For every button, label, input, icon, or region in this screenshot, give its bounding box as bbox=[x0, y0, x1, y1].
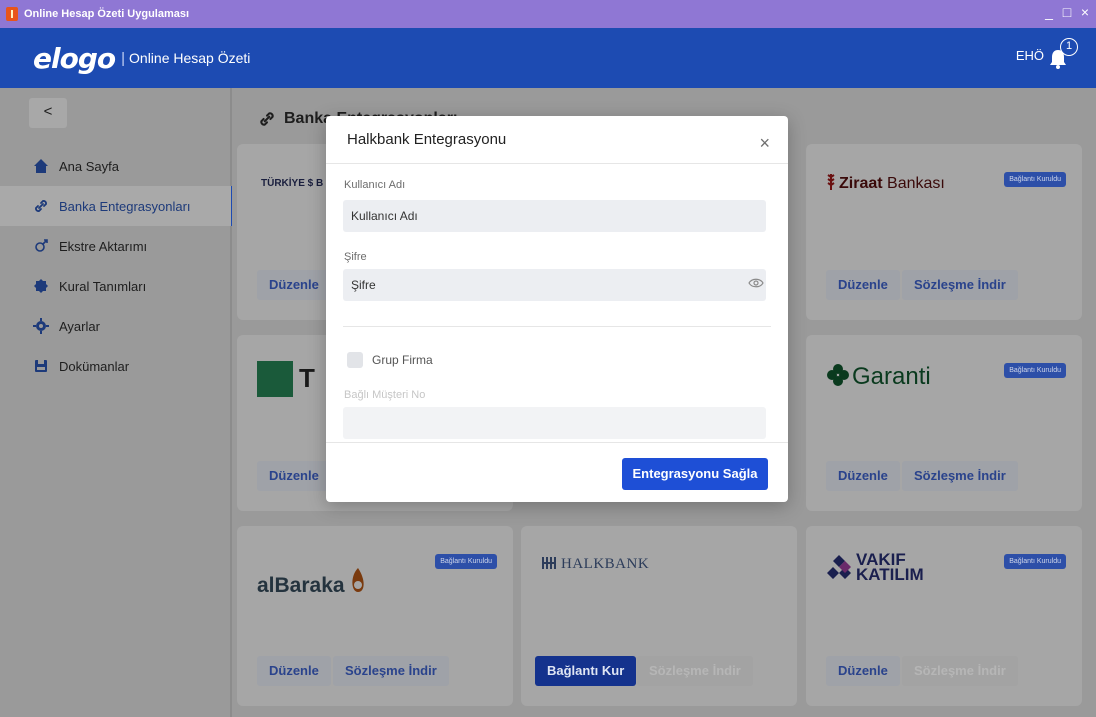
user-initials[interactable]: EHÖ bbox=[1016, 48, 1044, 63]
status-badge: Bağlantı Kuruldu bbox=[435, 554, 497, 569]
gear-icon bbox=[33, 318, 49, 334]
sidebar-item-home[interactable]: Ana Sayfa bbox=[0, 146, 232, 186]
app-header: elogo | Online Hesap Özeti EHÖ 1 bbox=[0, 28, 1096, 88]
logo-mark: elogo bbox=[33, 41, 116, 75]
edit-button[interactable]: Düzenle bbox=[257, 270, 331, 300]
sidebar-nav: Ana Sayfa Banka Entegrasyonları Ekstre A… bbox=[0, 146, 234, 386]
modal-title: Halkbank Entegrasyonu bbox=[347, 131, 507, 148]
vakif-logo: VAKIF KATILIM bbox=[826, 551, 924, 584]
wheat-icon bbox=[827, 174, 835, 190]
sidebar-item-documents[interactable]: Dokümanlar bbox=[0, 346, 232, 386]
vakif-diamond-icon bbox=[827, 555, 851, 579]
ziraat-logo: Ziraat Bankası bbox=[826, 174, 945, 193]
password-label: Şifre bbox=[344, 251, 367, 263]
sidebar-item-label: Ekstre Aktarımı bbox=[59, 238, 148, 254]
modal-divider bbox=[343, 326, 771, 327]
app-name: Online Hesap Özeti bbox=[129, 50, 251, 66]
download-contract-button[interactable]: Sözleşme İndir bbox=[902, 656, 1018, 686]
sidebar-item-statement-transfer[interactable]: Ekstre Aktarımı bbox=[0, 226, 232, 266]
albaraka-flame-icon bbox=[351, 568, 364, 592]
download-contract-button[interactable]: Sözleşme İndir bbox=[637, 656, 753, 686]
teb-logo-mark bbox=[257, 361, 293, 397]
sidebar-item-label: Ayarlar bbox=[59, 318, 100, 334]
modal-header: Halkbank Entegrasyonu bbox=[326, 116, 788, 164]
sidebar-item-label: Kural Tanımları bbox=[59, 278, 147, 294]
rules-icon bbox=[34, 279, 48, 293]
bank-card-halkbank: HALKBANK Bağlantı Kur Sözleşme İndir bbox=[521, 526, 797, 706]
home-icon bbox=[34, 159, 48, 173]
garanti-logo-text: Garanti bbox=[852, 363, 931, 390]
sidebar-item-settings[interactable]: Ayarlar bbox=[0, 306, 232, 346]
garanti-logo: Garanti bbox=[826, 363, 931, 391]
albaraka-logo-text: alBaraka bbox=[257, 574, 345, 597]
window-title: Online Hesap Özeti Uygulaması bbox=[24, 8, 190, 20]
sidebar-item-label: Ana Sayfa bbox=[59, 158, 119, 174]
status-badge: Bağlantı Kuruldu bbox=[1004, 554, 1066, 569]
sidebar-item-bank-integrations[interactable]: Banka Entegrasyonları bbox=[0, 186, 234, 226]
close-icon[interactable]: × bbox=[759, 134, 770, 152]
connect-button[interactable]: Bağlantı Kur bbox=[535, 656, 637, 686]
link-icon bbox=[260, 112, 274, 126]
sidebar-item-label: Dokümanlar bbox=[59, 358, 130, 374]
albaraka-logo: alBaraka bbox=[257, 566, 369, 598]
customer-no-input[interactable] bbox=[343, 407, 766, 439]
status-badge: Bağlantı Kuruldu bbox=[1004, 363, 1066, 378]
download-contract-button[interactable]: Sözleşme İndir bbox=[902, 461, 1018, 491]
logo-separator: | bbox=[121, 49, 126, 67]
window-title-bar: Online Hesap Özeti Uygulaması _ □ × bbox=[0, 0, 1096, 28]
ziraat-logo-rest: Bankası bbox=[882, 175, 945, 192]
edit-button[interactable]: Düzenle bbox=[826, 656, 900, 686]
download-contract-button[interactable]: Sözleşme İndir bbox=[902, 270, 1018, 300]
edit-button[interactable]: Düzenle bbox=[826, 270, 900, 300]
bank-card-albaraka: alBaraka Bağlantı Kuruldu Düzenle Sözleş… bbox=[237, 526, 513, 706]
collapse-sidebar-button[interactable]: < bbox=[29, 98, 67, 128]
group-company-label: Grup Firma bbox=[372, 353, 433, 367]
minimize-button[interactable]: _ bbox=[1042, 4, 1056, 20]
password-input[interactable] bbox=[343, 269, 766, 301]
document-icon bbox=[35, 360, 47, 372]
bank-card-garanti: Garanti Bağlantı Kuruldu Düzenle Sözleşm… bbox=[806, 335, 1082, 511]
window-controls: _ □ × bbox=[1042, 4, 1092, 20]
teb-logo-text: T bbox=[299, 363, 315, 393]
app-icon bbox=[6, 7, 18, 21]
customer-no-label: Bağlı Müşteri No bbox=[344, 389, 426, 401]
maximize-button[interactable]: □ bbox=[1060, 4, 1074, 20]
bank-card-vakif-katilim: VAKIF KATILIM Bağlantı Kuruldu Düzenle S… bbox=[806, 526, 1082, 706]
logo[interactable]: elogo | Online Hesap Özeti bbox=[33, 42, 250, 75]
bank-card-ziraat: Ziraat Bankası Bağlantı Kuruldu Düzenle … bbox=[806, 144, 1082, 320]
ziraat-logo-bold: Ziraat bbox=[839, 175, 883, 192]
sidebar-item-rules[interactable]: Kural Tanımları bbox=[0, 266, 232, 306]
submit-integration-button[interactable]: Entegrasyonu Sağla bbox=[622, 458, 768, 490]
transfer-icon bbox=[35, 239, 48, 252]
halkbank-logo-text: HALKBANK bbox=[561, 556, 650, 572]
halkbank-mark-icon bbox=[542, 557, 556, 569]
edit-button[interactable]: Düzenle bbox=[257, 461, 331, 491]
vakif-logo-line2: KATILIM bbox=[856, 565, 924, 584]
download-contract-button[interactable]: Sözleşme İndir bbox=[333, 656, 449, 686]
edit-button[interactable]: Düzenle bbox=[257, 656, 331, 686]
halkbank-logo: HALKBANK bbox=[541, 556, 649, 573]
clover-icon bbox=[827, 364, 849, 386]
notification-badge: 1 bbox=[1060, 38, 1078, 56]
sidebar-item-label: Banka Entegrasyonları bbox=[59, 198, 191, 214]
integration-modal: Halkbank Entegrasyonu × Kullanıcı Adı Şi… bbox=[326, 116, 788, 502]
isbank-logo: TÜRKİYE $ B bbox=[261, 178, 324, 189]
notification-button[interactable]: 1 bbox=[1048, 38, 1078, 72]
modal-footer: Entegrasyonu Sağla bbox=[326, 442, 788, 502]
group-company-checkbox[interactable] bbox=[347, 352, 363, 368]
sidebar: < Ana Sayfa Banka Entegrasyonları Ekstre… bbox=[0, 88, 234, 717]
edit-button[interactable]: Düzenle bbox=[826, 461, 900, 491]
close-window-button[interactable]: × bbox=[1078, 4, 1092, 20]
username-label: Kullanıcı Adı bbox=[344, 179, 406, 191]
status-badge: Bağlantı Kuruldu bbox=[1004, 172, 1066, 187]
username-input[interactable] bbox=[343, 200, 766, 232]
eye-icon[interactable] bbox=[748, 277, 764, 289]
link-icon bbox=[35, 200, 47, 212]
